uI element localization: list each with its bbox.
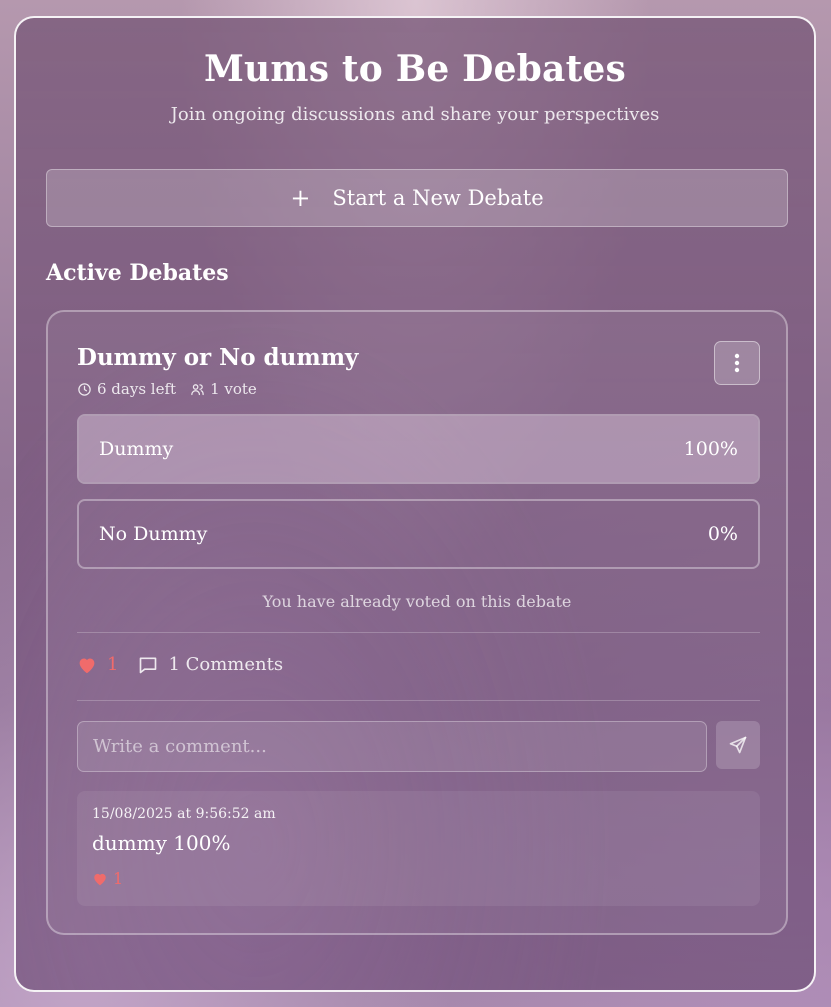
vote-option-label: No Dummy: [99, 523, 208, 545]
voted-note: You have already voted on this debate: [262, 592, 572, 611]
start-new-debate-label: Start a New Debate: [332, 186, 544, 210]
like-count: 1: [107, 654, 119, 675]
start-new-debate-button[interactable]: + Start a New Debate: [46, 169, 788, 227]
debate-actions: 1 1 Comments: [77, 654, 283, 675]
more-vertical-icon: [734, 353, 740, 373]
vote-option[interactable]: Dummy 100%: [77, 414, 760, 484]
users-icon: [191, 383, 204, 395]
comments-button[interactable]: 1 Comments: [138, 654, 283, 675]
vote-option-fill: [79, 416, 758, 482]
time-left: 6 days left: [77, 380, 176, 398]
vote-option-label: Dummy: [99, 438, 174, 460]
comments-count: 1 Comments: [168, 654, 284, 675]
comment-text: dummy 100%: [92, 831, 231, 855]
like-button[interactable]: 1: [77, 654, 118, 675]
plus-icon: +: [290, 184, 311, 212]
debate-meta: 6 days left 1 vote: [77, 380, 271, 398]
vote-count: 1 vote: [190, 380, 257, 398]
comment-item: 15/08/2025 at 9:56:52 am dummy 100% 1: [77, 791, 760, 906]
comment-like-count: 1: [113, 869, 124, 888]
section-heading: Active Debates: [46, 260, 229, 286]
clock-icon: [78, 382, 91, 396]
debates-panel: Mums to Be Debates Join ongoing discussi…: [14, 16, 816, 992]
page-title: Mums to Be Debates: [204, 48, 626, 90]
debate-card: Dummy or No dummy 6 days left 1 vote Dum…: [46, 310, 788, 935]
heart-icon: [94, 873, 106, 885]
send-icon: [729, 736, 747, 754]
comment-like-button[interactable]: 1: [92, 869, 123, 888]
divider: [77, 700, 760, 701]
vote-option[interactable]: No Dummy 0%: [77, 499, 760, 569]
comment-icon: [140, 657, 157, 673]
debate-menu-button[interactable]: [714, 341, 760, 385]
comment-timestamp: 15/08/2025 at 9:56:52 am: [92, 806, 276, 822]
comment-input[interactable]: [77, 721, 707, 772]
divider: [77, 632, 760, 633]
vote-count-text: 1 vote: [210, 380, 257, 398]
vote-option-percent: 0%: [707, 523, 738, 545]
page-subtitle: Join ongoing discussions and share your …: [170, 104, 660, 125]
send-comment-button[interactable]: [716, 721, 760, 769]
heart-icon: [79, 657, 95, 673]
time-left-text: 6 days left: [97, 380, 177, 398]
vote-option-percent: 100%: [683, 438, 738, 460]
debate-title: Dummy or No dummy: [77, 344, 359, 371]
